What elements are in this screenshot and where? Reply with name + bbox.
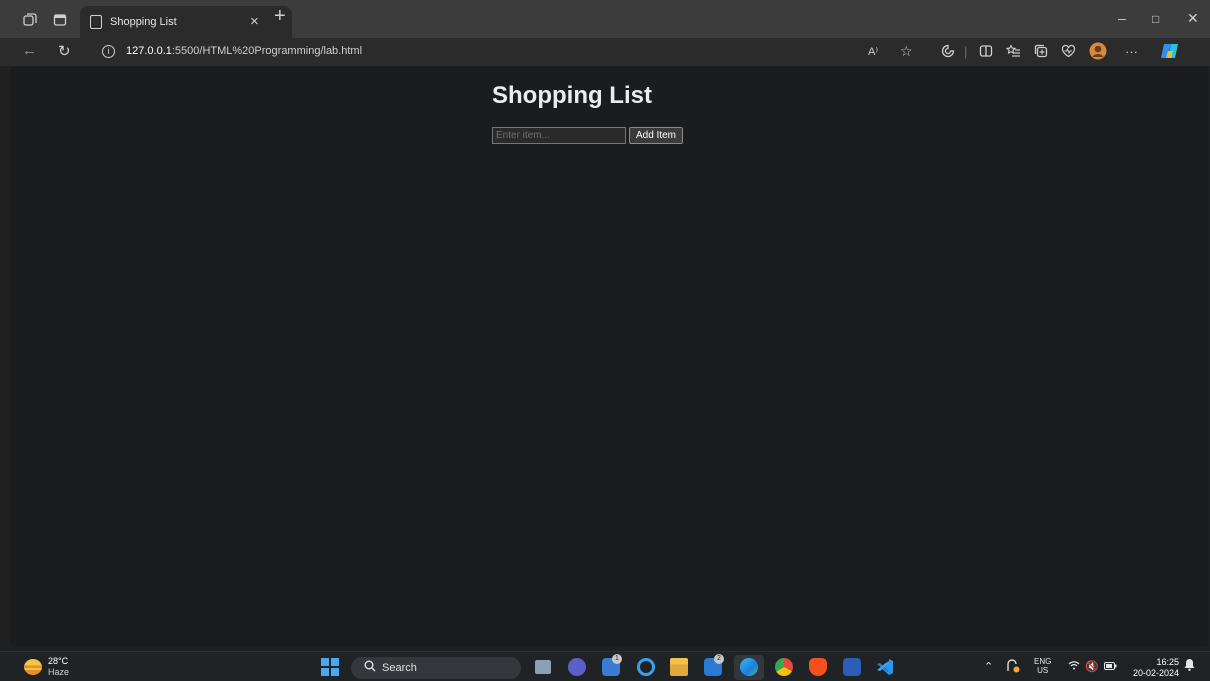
language-primary: ENG <box>1034 657 1052 666</box>
file-explorer-icon[interactable] <box>670 658 688 676</box>
add-item-button[interactable]: Add Item <box>629 127 683 144</box>
task-view-icon[interactable] <box>535 660 551 674</box>
new-tab-button[interactable]: + <box>274 6 286 26</box>
chrome-icon[interactable] <box>775 658 793 676</box>
vscode-icon[interactable] <box>876 658 894 676</box>
store-badge: 1 <box>612 654 622 664</box>
info-icon[interactable]: i <box>102 45 115 58</box>
windows-taskbar: 28°C Haze Search 1 2 ⌃ ENG US 🔇 16:25 20… <box>0 651 1210 681</box>
page-title: Shopping List <box>492 82 652 109</box>
edge-icon[interactable] <box>740 658 758 676</box>
address-bar[interactable]: i 127.0.0.1:5500/HTML%20Programming/lab.… <box>88 41 928 63</box>
battery-icon[interactable] <box>1104 660 1117 674</box>
windows-start-icon[interactable] <box>321 658 339 676</box>
mail-badge: 2 <box>714 654 724 664</box>
weather-temperature[interactable]: 28°C <box>48 656 68 666</box>
item-input[interactable] <box>492 127 626 144</box>
mail-icon[interactable]: 2 <box>704 654 724 676</box>
back-icon[interactable]: ← <box>22 42 37 59</box>
split-screen-icon[interactable] <box>979 44 993 62</box>
copilot-icon[interactable] <box>1159 42 1181 64</box>
read-aloud-icon[interactable]: A⁾ <box>868 44 878 60</box>
volume-muted-icon[interactable]: 🔇 <box>1085 660 1099 674</box>
language-indicator[interactable]: ENG US <box>1034 657 1051 675</box>
collections-icon[interactable] <box>1034 44 1048 62</box>
minimize-button[interactable]: – <box>1118 10 1126 26</box>
extensions-icon[interactable] <box>941 44 955 62</box>
clock-date: 20-02-2024 <box>1132 668 1179 678</box>
word-icon[interactable] <box>843 658 861 676</box>
more-icon[interactable]: ··· <box>1125 44 1138 60</box>
workspaces-icon[interactable] <box>22 12 38 28</box>
refresh-icon[interactable]: ↻ <box>58 42 71 60</box>
language-secondary: US <box>1037 666 1049 675</box>
favorite-star-icon[interactable]: ☆ <box>900 43 913 59</box>
notification-bell-icon[interactable] <box>1184 658 1195 675</box>
search-icon <box>364 660 376 675</box>
url-text[interactable]: 127.0.0.1:5500/HTML%20Programming/lab.ht… <box>126 45 362 57</box>
weather-icon[interactable] <box>24 659 42 675</box>
tab-actions-icon[interactable] <box>52 12 68 28</box>
copilot-tray-icon[interactable] <box>1005 658 1021 678</box>
cortana-icon[interactable] <box>637 658 655 676</box>
clock-time: 16:25 <box>1156 657 1179 667</box>
close-tab-icon[interactable]: × <box>250 13 259 30</box>
taskbar-search[interactable]: Search <box>351 657 521 679</box>
browser-toolbar: ← ↻ i 127.0.0.1:5500/HTML%20Programming/… <box>0 38 1210 66</box>
chevron-up-icon[interactable]: ⌃ <box>984 660 993 674</box>
wifi-icon[interactable] <box>1068 660 1080 674</box>
restore-button[interactable]: □ <box>1152 12 1159 26</box>
url-host: 127.0.0.1 <box>126 45 172 57</box>
teams-meet-icon[interactable] <box>568 658 586 676</box>
microsoft-store-icon[interactable]: 1 <box>602 654 622 676</box>
favorites-icon[interactable] <box>1005 44 1021 62</box>
browser-essentials-icon[interactable] <box>1061 44 1076 62</box>
page-icon <box>90 15 102 29</box>
system-clock[interactable]: 16:25 20-02-2024 <box>1127 657 1179 679</box>
toolbar-divider: | <box>964 44 968 59</box>
browser-tab-active[interactable]: Shopping List × <box>80 6 292 38</box>
tab-title: Shopping List <box>110 16 177 28</box>
browser-titlebar: Shopping List × + – □ ✕ <box>0 0 1210 38</box>
close-window-button[interactable]: ✕ <box>1187 10 1199 27</box>
search-label: Search <box>382 662 417 674</box>
page-viewport: Shopping List Add Item <box>10 66 1209 647</box>
brave-icon[interactable] <box>809 658 827 676</box>
url-path: :5500/HTML%20Programming/lab.html <box>171 45 363 57</box>
weather-condition[interactable]: Haze <box>48 667 69 677</box>
profile-avatar-icon[interactable] <box>1089 42 1107 64</box>
